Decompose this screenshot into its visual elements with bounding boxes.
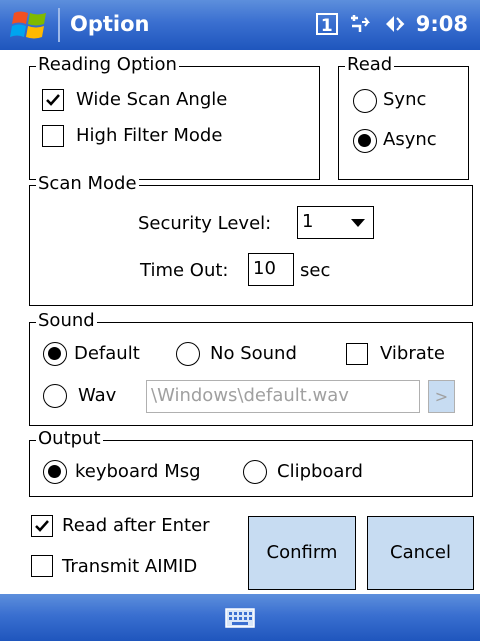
high-filter-mode-label: High Filter Mode bbox=[76, 125, 223, 146]
checkmark-icon bbox=[35, 520, 49, 532]
radio-dot bbox=[358, 134, 371, 147]
time-out-input[interactable]: 10 bbox=[248, 253, 294, 286]
sound-group: Sound Default No Sound Vibrate Wav \Wind… bbox=[29, 310, 473, 426]
read-legend: Read bbox=[345, 54, 395, 76]
wav-label: Wav bbox=[78, 385, 117, 406]
no-sound-radio[interactable] bbox=[176, 342, 200, 366]
title-bar: Option 1 9:08 bbox=[0, 0, 480, 50]
status-icons: 1 9:08 bbox=[315, 12, 468, 36]
transmit-aimid-label: Transmit AIMID bbox=[62, 556, 198, 577]
wide-scan-angle-checkbox[interactable] bbox=[42, 89, 64, 111]
vibrate-label: Vibrate bbox=[380, 343, 445, 364]
title-separator bbox=[58, 8, 60, 42]
read-after-enter-label: Read after Enter bbox=[62, 515, 210, 536]
menu-bar bbox=[0, 594, 480, 641]
time-out-label: Time Out: bbox=[140, 260, 229, 281]
sync-label: Sync bbox=[383, 89, 427, 110]
reading-option-legend: Reading Option bbox=[36, 54, 179, 76]
sync-radio[interactable] bbox=[353, 89, 377, 113]
keyboard-msg-radio[interactable] bbox=[43, 460, 67, 484]
options-form: Reading Option Wide Scan Angle High Filt… bbox=[0, 50, 480, 594]
sound-legend: Sound bbox=[36, 310, 97, 332]
default-sound-radio[interactable] bbox=[43, 342, 67, 366]
async-radio[interactable] bbox=[353, 129, 377, 153]
cancel-button[interactable]: Cancel bbox=[367, 516, 474, 590]
security-level-select[interactable]: 1 bbox=[297, 206, 374, 239]
keyboard-msg-label: keyboard Msg bbox=[75, 461, 201, 482]
browse-button[interactable]: > bbox=[428, 380, 455, 413]
vibrate-checkbox[interactable] bbox=[346, 343, 368, 365]
no-sound-label: No Sound bbox=[210, 343, 297, 364]
scan-mode-group: Scan Mode Security Level: 1 Time Out: 10… bbox=[29, 173, 473, 306]
default-sound-label: Default bbox=[74, 343, 140, 364]
wav-path-input[interactable]: \Windows\default.wav bbox=[146, 380, 420, 413]
chevron-down-icon bbox=[351, 219, 365, 227]
wav-path-value: \Windows\default.wav bbox=[151, 385, 349, 406]
async-label: Async bbox=[383, 129, 437, 150]
clipboard-label: Clipboard bbox=[277, 461, 363, 482]
radio-dot bbox=[48, 347, 61, 360]
read-group: Read Sync Async bbox=[338, 54, 469, 180]
transmit-aimid-checkbox[interactable] bbox=[31, 555, 53, 577]
security-level-value: 1 bbox=[302, 211, 314, 232]
window-title: Option bbox=[70, 12, 150, 36]
checkmark-icon bbox=[46, 94, 60, 106]
sim-icon[interactable]: 1 bbox=[315, 13, 338, 36]
clipboard-radio[interactable] bbox=[243, 460, 267, 484]
clock[interactable]: 9:08 bbox=[416, 12, 468, 36]
volume-icon[interactable] bbox=[382, 12, 406, 36]
output-legend: Output bbox=[36, 428, 103, 450]
wide-scan-angle-label: Wide Scan Angle bbox=[76, 89, 228, 110]
output-group: Output keyboard Msg Clipboard bbox=[29, 428, 473, 497]
read-after-enter-checkbox[interactable] bbox=[31, 515, 53, 537]
security-level-label: Security Level: bbox=[138, 213, 272, 234]
high-filter-mode-checkbox[interactable] bbox=[42, 125, 64, 147]
confirm-button[interactable]: Confirm bbox=[248, 516, 356, 590]
keyboard-icon[interactable] bbox=[225, 608, 255, 628]
radio-dot bbox=[48, 465, 61, 478]
wav-radio[interactable] bbox=[43, 384, 67, 408]
time-out-value: 10 bbox=[253, 258, 276, 279]
scan-mode-legend: Scan Mode bbox=[36, 173, 139, 195]
connectivity-icon[interactable] bbox=[348, 12, 372, 36]
reading-option-group: Reading Option Wide Scan Angle High Filt… bbox=[29, 54, 320, 180]
windows-start-icon[interactable] bbox=[10, 7, 50, 43]
time-out-unit: sec bbox=[300, 260, 331, 281]
